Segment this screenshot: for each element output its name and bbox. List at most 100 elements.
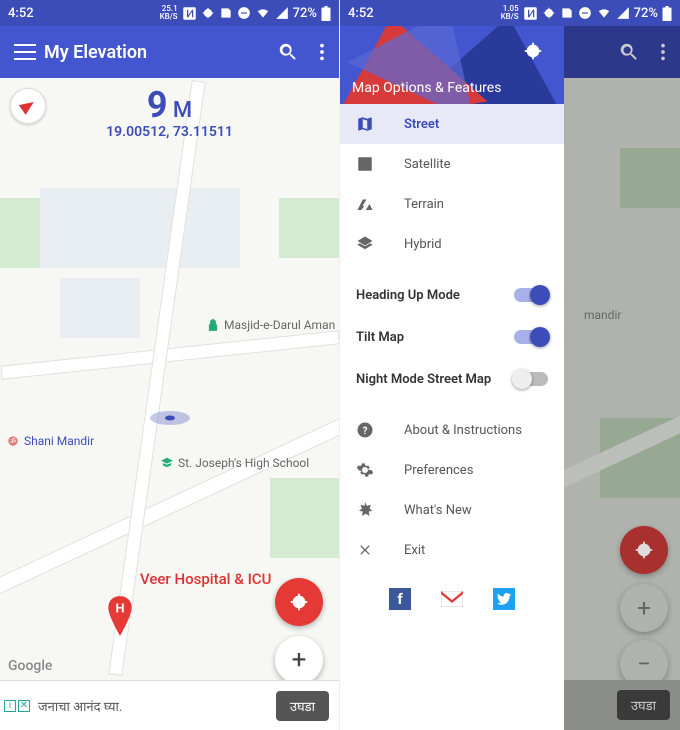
switch[interactable] — [514, 288, 548, 302]
menu-preferences[interactable]: Preferences — [340, 450, 564, 490]
satellite-icon — [356, 155, 374, 173]
toggle-night-mode[interactable]: Night Mode Street Map — [340, 358, 564, 400]
status-bar: 4:52 25.1KB/S 72% — [0, 0, 339, 26]
menu-whatsnew[interactable]: What's New — [340, 490, 564, 530]
toggle-label: Night Mode Street Map — [356, 372, 491, 387]
menu-about[interactable]: ? About & Instructions — [340, 410, 564, 450]
app-bar-dimmed — [564, 26, 680, 78]
sim-icon — [560, 6, 574, 20]
svg-text:ॐ: ॐ — [10, 437, 17, 445]
app-bar: My Elevation — [0, 26, 339, 78]
ad-btn-dimmed: उघडा — [617, 690, 670, 720]
poi-mosque[interactable]: Masjid-e-Darul Aman — [206, 318, 335, 332]
status-icons: 72% — [523, 6, 672, 21]
drawer-title: Map Options & Features — [352, 80, 501, 96]
map-type-label: Terrain — [404, 197, 444, 212]
close-icon — [356, 541, 374, 559]
menu-icon[interactable] — [14, 44, 36, 60]
twitter-icon[interactable] — [493, 588, 515, 610]
locate-button-dimmed — [620, 526, 668, 574]
ad-info-icon[interactable]: i — [4, 700, 16, 712]
status-net-speed: 25.1KB/S — [160, 5, 178, 21]
map-type-hybrid[interactable]: Hybrid — [340, 224, 564, 264]
location-icon — [542, 6, 556, 20]
map-type-satellite[interactable]: Satellite — [340, 144, 564, 184]
app-title: My Elevation — [44, 42, 147, 63]
elevation-unit: M — [167, 98, 192, 123]
ad-close-icon[interactable]: ✕ — [18, 700, 30, 712]
status-time: 4:52 — [348, 6, 374, 21]
search-icon — [618, 41, 640, 63]
nfc-icon — [523, 6, 538, 21]
ad-open-button[interactable]: उघडा — [276, 691, 329, 721]
switch[interactable] — [514, 330, 548, 344]
sim-icon — [219, 6, 233, 20]
gear-icon — [356, 461, 374, 479]
social-row: f — [340, 570, 564, 628]
map-attribution: Google — [8, 658, 52, 674]
search-icon[interactable] — [277, 41, 299, 63]
map-type-label: Street — [404, 117, 439, 132]
poi-temple[interactable]: ॐ Shani Mandir — [6, 434, 94, 448]
dnd-icon — [578, 6, 592, 20]
zoom-in-button[interactable]: + — [275, 636, 323, 680]
battery-pct: 72% — [634, 6, 658, 21]
my-location-dot — [165, 416, 175, 421]
svg-text:H: H — [115, 602, 124, 617]
coordinates: 19.00512, 73.11511 — [0, 124, 339, 140]
scrim[interactable]: mandir + − उघडा — [564, 26, 680, 730]
layers-icon — [356, 235, 374, 253]
status-bar: 4:52 1.05KB/S 72% — [340, 0, 680, 26]
battery-icon — [662, 6, 672, 21]
map-type-street[interactable]: Street — [340, 104, 564, 144]
status-net-speed: 1.05KB/S — [501, 5, 519, 21]
status-icons: 72% — [182, 6, 331, 21]
phone-right: 4:52 1.05KB/S 72% — [340, 0, 680, 730]
svg-text:?: ? — [363, 426, 368, 437]
battery-icon — [321, 6, 331, 21]
hospital-pin-icon[interactable]: H — [106, 596, 134, 640]
map-type-terrain[interactable]: Terrain — [340, 184, 564, 224]
signal-icon — [616, 6, 630, 20]
drawer-header: Map Options & Features — [340, 26, 564, 104]
ad-banner: i ✕ जनाचा आनंद घ्या. उघडा — [0, 680, 339, 730]
switch[interactable] — [514, 372, 548, 386]
map-view[interactable]: 9 M 19.00512, 73.11511 Masjid-e-Darul Am… — [0, 78, 339, 680]
locate-icon[interactable] — [522, 40, 544, 66]
nav-drawer: Map Options & Features Street Satellite … — [340, 26, 564, 730]
menu-label: Exit — [404, 543, 425, 558]
phone-left: 4:52 25.1KB/S 72% My Elevation — [0, 0, 340, 730]
elevation-readout: 9 M 19.00512, 73.11511 — [0, 84, 339, 140]
location-icon — [201, 6, 215, 20]
gmail-icon[interactable] — [441, 588, 463, 610]
signal-icon — [275, 6, 289, 20]
toggle-heading-up[interactable]: Heading Up Mode — [340, 274, 564, 316]
menu-label: What's New — [404, 503, 472, 518]
battery-pct: 72% — [293, 6, 317, 21]
toggle-label: Heading Up Mode — [356, 288, 460, 303]
menu-label: About & Instructions — [404, 423, 522, 438]
new-icon — [356, 501, 374, 519]
nfc-icon — [182, 6, 197, 21]
terrain-icon — [356, 195, 374, 213]
status-time: 4:52 — [8, 6, 34, 21]
toggle-tilt-map[interactable]: Tilt Map — [340, 316, 564, 358]
poi-school[interactable]: St. Joseph's High School — [160, 456, 309, 470]
wifi-icon — [255, 6, 271, 20]
facebook-icon[interactable]: f — [389, 588, 411, 610]
overflow-icon[interactable] — [319, 41, 325, 63]
wifi-icon — [596, 6, 612, 20]
menu-label: Preferences — [404, 463, 473, 478]
toggle-label: Tilt Map — [356, 330, 404, 345]
dnd-icon — [237, 6, 251, 20]
poi-hospital[interactable]: Veer Hospital & ICU — [140, 570, 271, 588]
poi-mandir-dimmed: mandir — [584, 308, 621, 322]
zoom-in-dimmed: + — [620, 584, 668, 632]
map-icon — [356, 115, 374, 133]
menu-exit[interactable]: Exit — [340, 530, 564, 570]
ad-banner-dimmed: उघडा — [564, 680, 680, 730]
locate-button[interactable] — [275, 578, 323, 626]
help-icon: ? — [356, 421, 374, 439]
elevation-value: 9 — [147, 84, 168, 126]
overflow-icon — [660, 41, 666, 63]
